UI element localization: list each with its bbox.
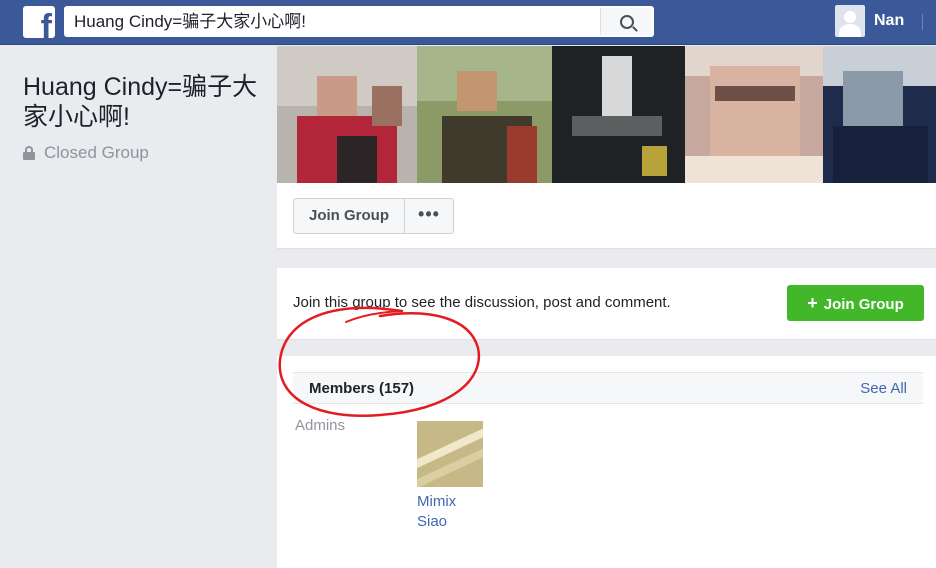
group-title[interactable]: Huang Cindy=骗子大家小心啊! [23,72,263,132]
more-options-button[interactable]: ••• [405,199,453,233]
facebook-logo-icon[interactable]: f [23,6,55,38]
members-header: Members (157) See All [293,372,923,404]
admins-label: Admins [295,417,346,434]
search-box[interactable]: Huang Cindy=骗子大家小心啊! [64,6,654,37]
search-icon [619,14,634,29]
nav-divider [922,14,923,30]
join-group-button[interactable]: Join Group [294,199,405,233]
search-button[interactable] [600,8,652,35]
group-actions-card: Join Group ••• [277,183,936,249]
see-all-link[interactable]: See All [860,380,907,397]
join-group-primary-button[interactable]: + Join Group [787,285,924,321]
top-navigation-bar: f Huang Cindy=骗子大家小心啊! Nan [0,0,936,45]
admin-avatar[interactable] [417,421,483,487]
group-privacy: Closed Group [23,143,149,163]
cover-photo [277,46,936,183]
lock-icon [23,146,35,160]
group-action-buttons: Join Group ••• [293,198,454,234]
left-sidebar: Huang Cindy=骗子大家小心啊! Closed Group [0,46,276,568]
join-prompt-text: Join this group to see the discussion, p… [293,294,671,311]
members-card: Members (157) See All Admins Mimix Siao [277,356,936,568]
plus-icon: + [807,293,818,313]
user-name-link[interactable]: Nan [874,12,904,30]
join-prompt-card: Join this group to see the discussion, p… [277,268,936,340]
members-title[interactable]: Members (157) [309,380,414,397]
search-input[interactable]: Huang Cindy=骗子大家小心啊! [74,6,594,37]
user-avatar[interactable] [835,5,865,37]
join-group-primary-label: Join Group [823,296,904,313]
group-privacy-label: Closed Group [44,143,149,162]
admin-name-link[interactable]: Mimix Siao [417,492,487,532]
